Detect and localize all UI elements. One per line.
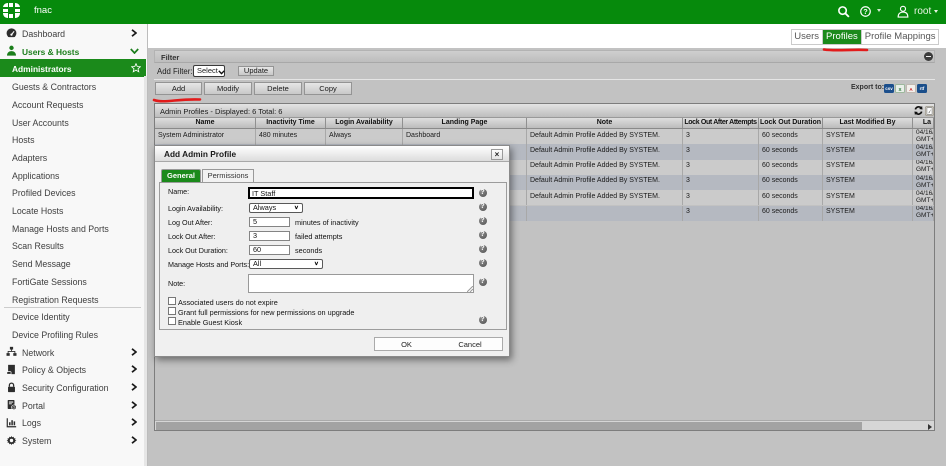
svg-text:G: G bbox=[12, 406, 15, 410]
svg-text:?: ? bbox=[863, 7, 868, 16]
